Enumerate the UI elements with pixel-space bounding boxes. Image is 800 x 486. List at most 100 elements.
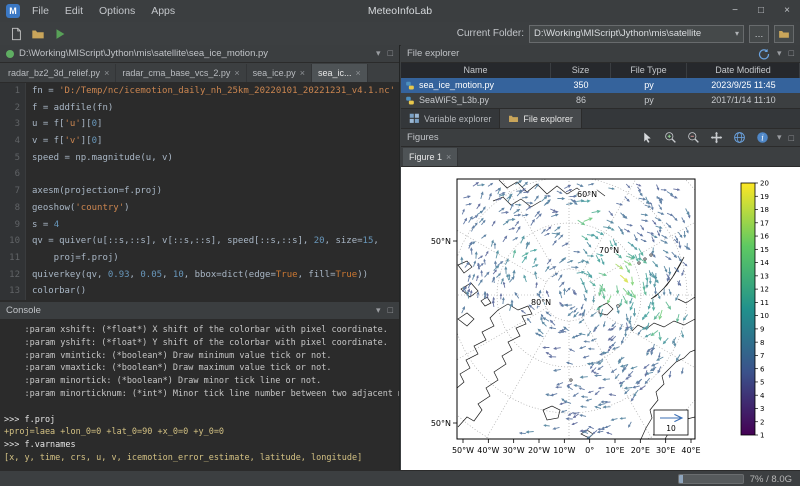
- panel-menu-icon[interactable]: ▾: [376, 48, 381, 59]
- cursor-select-button[interactable]: [639, 130, 655, 146]
- file-table: sea_ice_motion.py350py2023/9/25 11:45Sea…: [401, 78, 800, 108]
- panel-maximize-icon[interactable]: □: [388, 48, 393, 59]
- code-line[interactable]: 4v = f['v'][0]: [0, 133, 399, 150]
- pan-button[interactable]: [708, 130, 724, 146]
- maximize-button[interactable]: □: [748, 0, 774, 22]
- svg-text:50°W: 50°W: [452, 446, 474, 455]
- panel-maximize-icon[interactable]: □: [789, 48, 794, 60]
- console-output[interactable]: :param xshift: (*float*) X shift of the …: [0, 320, 399, 477]
- code-editor[interactable]: 1fn = 'D:/Temp/nc/icemotion_daily_nh_25k…: [0, 83, 399, 300]
- svg-text:20°E: 20°E: [631, 446, 650, 455]
- tab-close-icon[interactable]: ×: [234, 68, 239, 78]
- zoom-out-button[interactable]: [685, 130, 701, 146]
- panel-menu-icon[interactable]: ▾: [777, 132, 782, 143]
- code-line[interactable]: 3u = f['u'][0]: [0, 116, 399, 133]
- column-file-type[interactable]: File Type: [611, 63, 687, 78]
- svg-text:19: 19: [760, 193, 769, 201]
- svg-text:40°W: 40°W: [477, 446, 499, 455]
- figure-canvas[interactable]: 50°W40°W30°W20°W10°W0°10°E20°E30°E40°E50…: [401, 167, 800, 475]
- quiver-key: 10: [654, 410, 688, 435]
- tab-close-icon[interactable]: ×: [446, 152, 451, 162]
- panel-menu-icon[interactable]: ▾: [777, 48, 782, 60]
- tab-close-icon[interactable]: ×: [104, 68, 109, 78]
- menu-edit[interactable]: Edit: [57, 0, 91, 22]
- code-text: [26, 166, 32, 183]
- svg-text:80°N: 80°N: [531, 298, 551, 307]
- tab-close-icon[interactable]: ×: [355, 68, 360, 78]
- open-file-button[interactable]: [28, 24, 47, 43]
- panel-maximize-icon[interactable]: □: [789, 133, 794, 143]
- code-text: v = f['v'][0]: [26, 133, 102, 150]
- column-size[interactable]: Size: [551, 63, 611, 78]
- line-number: 3: [0, 116, 26, 133]
- code-line[interactable]: 9s = 4: [0, 217, 399, 234]
- open-folder-button[interactable]: [774, 25, 794, 43]
- console-line: >>> f.proj: [4, 414, 399, 427]
- code-line[interactable]: 6: [0, 166, 399, 183]
- code-text: proj=f.proj): [26, 250, 119, 267]
- editor-panel: D:\Working\MIScript\Jython\mis\satellite…: [0, 45, 399, 300]
- tab-label: sea_ice.py: [253, 68, 296, 78]
- code-line[interactable]: 7axesm(projection=f.proj): [0, 183, 399, 200]
- refresh-icon[interactable]: [758, 48, 770, 60]
- line-number: 11: [0, 250, 26, 267]
- tab-label: Figure 1: [409, 152, 442, 162]
- code-line[interactable]: 11 proj=f.proj): [0, 250, 399, 267]
- tab-figure-1[interactable]: Figure 1 ×: [403, 148, 458, 166]
- file-table-header[interactable]: Name Size File Type Date Modified: [401, 63, 800, 78]
- run-script-button[interactable]: [50, 24, 69, 43]
- file-row[interactable]: sea_ice_motion.py350py2023/9/25 11:45: [401, 78, 800, 93]
- editor-tab[interactable]: radar_cma_base_vcs_2.py ×: [116, 64, 246, 82]
- editor-tab[interactable]: sea_ic...×: [312, 64, 368, 82]
- code-text: geoshow('country'): [26, 200, 130, 217]
- minimize-button[interactable]: −: [722, 0, 748, 22]
- console-title: Console: [6, 305, 41, 316]
- python-script-icon: [6, 50, 14, 58]
- tab-label: radar_cma_base_vcs_2.py: [122, 68, 230, 78]
- code-line[interactable]: 12quiverkey(qv, 0.93, 0.05, 10, bbox=dic…: [0, 267, 399, 284]
- editor-tab[interactable]: radar_bz2_3d_relief.py ×: [2, 64, 116, 82]
- menu-options[interactable]: Options: [91, 0, 143, 22]
- full-extent-button[interactable]: [731, 130, 747, 146]
- svg-text:9: 9: [760, 325, 764, 333]
- code-line[interactable]: 5speed = np.magnitude(u, v): [0, 150, 399, 167]
- code-text: speed = np.magnitude(u, v): [26, 150, 173, 167]
- file-type: py: [611, 78, 687, 93]
- code-line[interactable]: 10qv = quiver(u[::s,::s], v[::s,::s], sp…: [0, 233, 399, 250]
- code-line[interactable]: 13colorbar(): [0, 283, 399, 300]
- tab-variable-explorer[interactable]: Variable explorer: [401, 109, 500, 128]
- editor-tab[interactable]: sea_ice.py ×: [247, 64, 312, 82]
- code-line[interactable]: 2f = addfile(fn): [0, 100, 399, 117]
- tab-label: sea_ic...: [318, 68, 352, 78]
- zoom-in-button[interactable]: [662, 130, 678, 146]
- current-folder-combobox[interactable]: D:\Working\MIScript\Jython\mis\satellite…: [529, 25, 744, 43]
- file-row[interactable]: SeaWiFS_L3b.py86py2017/1/14 11:10: [401, 93, 800, 108]
- panel-maximize-icon[interactable]: □: [388, 305, 393, 316]
- tab-file-explorer[interactable]: File explorer: [500, 109, 582, 128]
- menu-apps[interactable]: Apps: [143, 0, 183, 22]
- identify-button[interactable]: i: [754, 130, 770, 146]
- close-button[interactable]: ×: [774, 0, 800, 22]
- column-date-modified[interactable]: Date Modified: [687, 63, 800, 78]
- memory-bar[interactable]: [678, 474, 744, 484]
- code-text: qv = quiver(u[::s,::s], v[::s,::s], spee…: [26, 233, 379, 250]
- svg-text:50°N: 50°N: [431, 419, 451, 428]
- column-name[interactable]: Name: [401, 63, 551, 78]
- menu-file[interactable]: File: [24, 0, 57, 22]
- line-number: 12: [0, 267, 26, 284]
- panel-menu-icon[interactable]: ▾: [376, 305, 381, 316]
- code-line[interactable]: 1fn = 'D:/Temp/nc/icemotion_daily_nh_25k…: [0, 83, 399, 100]
- grid-icon: [409, 113, 420, 124]
- new-script-button[interactable]: [6, 24, 25, 43]
- globe-icon: [733, 131, 746, 144]
- browse-folder-button[interactable]: …: [749, 25, 769, 43]
- tab-label: radar_bz2_3d_relief.py: [8, 68, 100, 78]
- console-line: :param xshift: (*float*) X shift of the …: [4, 324, 399, 337]
- code-text: colorbar(): [26, 283, 86, 300]
- figure-plot: 50°W40°W30°W20°W10°W0°10°E20°E30°E40°E50…: [401, 167, 800, 475]
- tab-close-icon[interactable]: ×: [300, 68, 305, 78]
- svg-text:10: 10: [760, 312, 769, 320]
- code-line[interactable]: 8geoshow('country'): [0, 200, 399, 217]
- chevron-down-icon[interactable]: ▾: [735, 29, 739, 38]
- file-size: 86: [551, 93, 611, 108]
